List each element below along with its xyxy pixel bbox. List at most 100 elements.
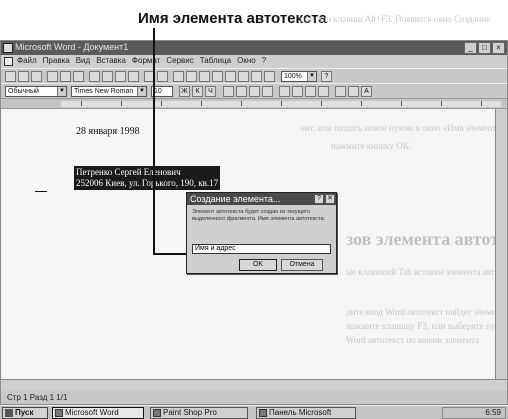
ruler[interactable]	[1, 98, 507, 109]
taskbar-item-panel[interactable]: Панель Microsoft	[256, 407, 356, 419]
new-document-icon[interactable]	[5, 71, 16, 82]
insert-excel-icon[interactable]	[212, 71, 223, 82]
selected-line-2: 252006 Киев, ул. Горького, 190, кв.17	[76, 178, 219, 188]
title-bar: Microsoft Word - Документ1 _ □ ×	[1, 41, 507, 55]
save-disk-icon[interactable]	[31, 71, 42, 82]
word-app-icon	[3, 43, 13, 53]
window-title: Microsoft Word - Документ1	[15, 42, 129, 52]
menu-edit[interactable]: Правка	[43, 56, 70, 65]
menu-file[interactable]: Файл	[17, 56, 37, 65]
minimize-icon[interactable]: _	[464, 42, 477, 54]
taskbar-item-label: Панель Microsoft	[269, 408, 332, 417]
selected-line-1: Петренко Сергей Еленович	[76, 167, 181, 177]
style-select[interactable]: Обычный ▼	[5, 86, 67, 97]
menu-insert[interactable]: Вставка	[96, 56, 126, 65]
redo-icon[interactable]	[157, 71, 168, 82]
taskbar: Пуск Microsoft Word Paint Shop Pro Панел…	[0, 405, 508, 419]
borders-icon[interactable]	[335, 86, 346, 97]
menu-tools[interactable]: Сервис	[166, 56, 193, 65]
ghost-text-line-f: Word автотекст по имени элемента	[346, 335, 480, 345]
formatting-toolbar: Обычный ▼ Times New Roman ▼ 10 Ж К Ч A	[1, 83, 507, 98]
clock: 6:59	[485, 408, 501, 417]
drawing-icon[interactable]	[238, 71, 249, 82]
taskbar-item-paintshop[interactable]: Paint Shop Pro	[150, 407, 248, 419]
caption-area: Имя элемента автотекста пом или клавиш A…	[0, 0, 508, 40]
close-icon[interactable]: ✕	[325, 194, 335, 204]
style-value: Обычный	[8, 88, 39, 95]
caption-label: Имя элемента автотекста	[138, 10, 327, 27]
dialog-message: Элемент автотекста будет создан из текущ…	[192, 209, 326, 222]
autotext-name-input[interactable]: Имя и адрес	[192, 244, 331, 254]
document-icon[interactable]	[4, 57, 13, 66]
autoformat-icon[interactable]	[173, 71, 184, 82]
align-center-icon[interactable]	[236, 86, 247, 97]
menu-table[interactable]: Таблица	[200, 56, 231, 65]
justify-icon[interactable]	[262, 86, 273, 97]
horizontal-scrollbar[interactable]	[1, 379, 507, 391]
paintshop-icon	[153, 409, 161, 417]
cancel-button[interactable]: Отмена	[281, 259, 323, 271]
office-assistant-icon[interactable]: ?	[321, 71, 332, 82]
italic-icon[interactable]: К	[192, 86, 203, 97]
ghost-text-line-c: ые клавишей Tab вставки элемента автотек…	[346, 267, 495, 277]
selected-text-block[interactable]: Петренко Сергей Еленович 252006 Киев, ул…	[74, 166, 221, 190]
font-color-icon[interactable]: A	[361, 86, 372, 97]
caption-pointer-line	[153, 28, 155, 235]
ghost-heading: зов элемента автотекста	[346, 229, 495, 249]
font-select[interactable]: Times New Roman ▼	[71, 86, 147, 97]
underline-icon[interactable]: Ч	[205, 86, 216, 97]
menu-view[interactable]: Вид	[76, 56, 90, 65]
align-left-icon[interactable]	[223, 86, 234, 97]
decrease-indent-icon[interactable]	[305, 86, 316, 97]
dialog-title-buttons: ? ✕	[314, 194, 335, 204]
align-right-icon[interactable]	[249, 86, 260, 97]
increase-indent-icon[interactable]	[318, 86, 329, 97]
numbering-icon[interactable]	[279, 86, 290, 97]
zoom-select[interactable]: 100% ▼	[281, 71, 317, 82]
bold-icon[interactable]: Ж	[179, 86, 190, 97]
print-icon[interactable]	[47, 71, 58, 82]
spelling-icon[interactable]	[73, 71, 84, 82]
document-map-icon[interactable]	[251, 71, 262, 82]
taskbar-item-word[interactable]: Microsoft Word	[52, 407, 144, 419]
bullets-icon[interactable]	[292, 86, 303, 97]
ghost-text-line-b: нажмите кнопку OK.	[331, 141, 412, 151]
insert-table-icon[interactable]	[199, 71, 210, 82]
panel-icon	[259, 409, 267, 417]
taskbar-item-label: Paint Shop Pro	[163, 408, 217, 417]
paste-icon[interactable]	[115, 71, 126, 82]
print-preview-icon[interactable]	[60, 71, 71, 82]
ghost-text-line-a: ент, или создать новое нужно в окно «Имя…	[301, 123, 495, 133]
chevron-down-icon[interactable]: ▼	[57, 87, 66, 96]
menu-window[interactable]: Окно	[237, 56, 256, 65]
highlight-icon[interactable]	[348, 86, 359, 97]
chevron-down-icon[interactable]: ▼	[307, 72, 316, 81]
menu-format[interactable]: Формат	[132, 56, 160, 65]
word-icon	[55, 409, 63, 417]
maximize-icon[interactable]: □	[478, 42, 491, 54]
window-controls: _ □ ×	[464, 42, 505, 54]
ghost-text-line-d: дите ввод Word автотекст найдет элемент …	[346, 307, 495, 317]
open-folder-icon[interactable]	[18, 71, 29, 82]
caption-pointer-line-lower	[153, 233, 155, 255]
close-icon[interactable]: ×	[492, 42, 505, 54]
cut-icon[interactable]	[89, 71, 100, 82]
document-date: 28 января 1998	[76, 126, 140, 137]
chevron-down-icon[interactable]: ▼	[137, 87, 146, 96]
ok-button[interactable]: OK	[239, 259, 277, 271]
ghost-text-top: пом или клавиш Alt+F3. Появится окно Соз…	[300, 14, 491, 24]
show-paragraph-icon[interactable]	[264, 71, 275, 82]
help-icon[interactable]: ?	[314, 194, 324, 204]
menu-help[interactable]: ?	[262, 56, 266, 65]
columns-icon[interactable]	[225, 71, 236, 82]
insert-address-icon[interactable]	[186, 71, 197, 82]
font-size-value: 10	[154, 88, 162, 95]
start-label: Пуск	[15, 408, 34, 417]
taskbar-item-label: Microsoft Word	[65, 408, 119, 417]
copy-icon[interactable]	[102, 71, 113, 82]
windows-logo-icon	[5, 409, 13, 417]
format-painter-icon[interactable]	[128, 71, 139, 82]
start-button[interactable]: Пуск	[2, 407, 48, 419]
vertical-scrollbar[interactable]	[495, 109, 507, 379]
ghost-text-line-e: нажмите клавишу F3, или выберите пункт В…	[346, 321, 495, 331]
